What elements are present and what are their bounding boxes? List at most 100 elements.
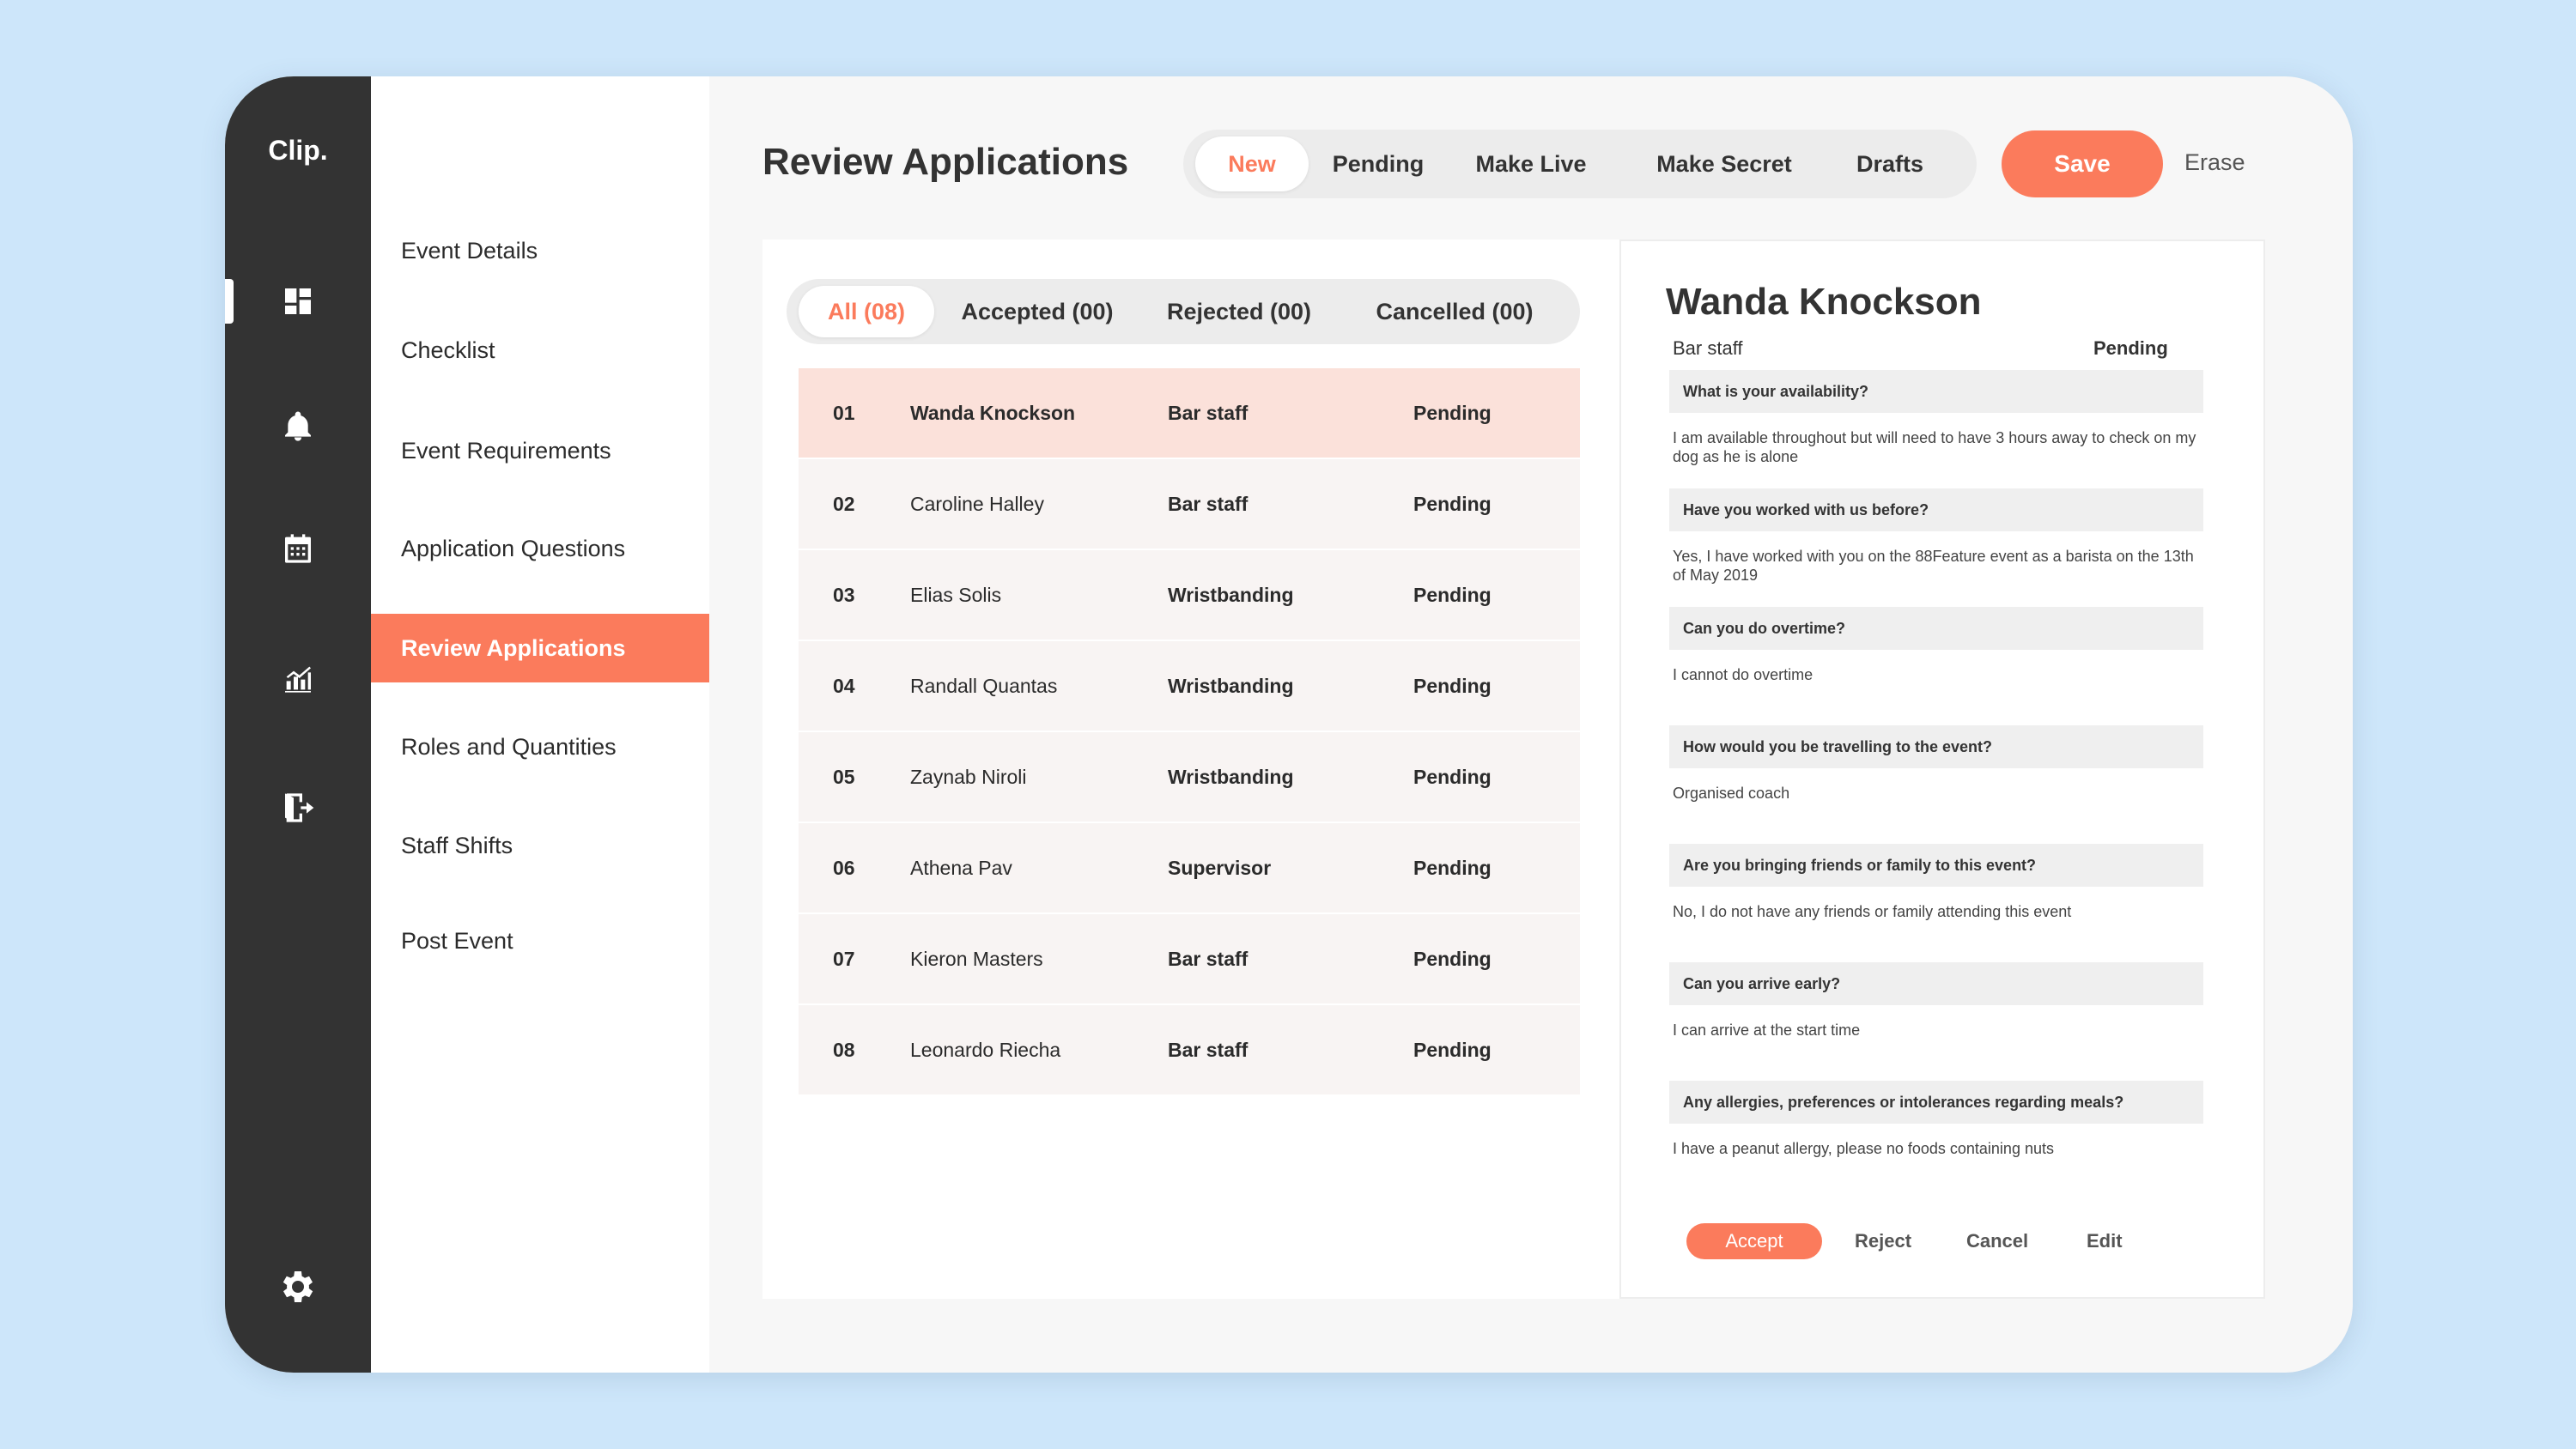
table-row[interactable]: 05 Zaynab Niroli Wristbanding Pending bbox=[799, 732, 1580, 823]
subnav-post-event[interactable]: Post Event bbox=[371, 906, 709, 975]
subnav-event-requirements[interactable]: Event Requirements bbox=[371, 416, 709, 485]
answer-text: I cannot do overtime bbox=[1673, 666, 1814, 683]
applicant-role: Bar staff bbox=[1168, 947, 1249, 970]
applicant-status: Pending bbox=[1413, 765, 1492, 788]
filter-all[interactable]: All (08) bbox=[799, 286, 934, 337]
question-label: Are you bringing friends or family to th… bbox=[1669, 844, 2203, 887]
app-window: Clip. Event Details Checklist Event Requ… bbox=[225, 76, 2353, 1373]
reject-button[interactable]: Reject bbox=[1855, 1230, 1911, 1252]
answer-text: Organised coach bbox=[1673, 785, 1790, 802]
question-label: Can you arrive early? bbox=[1669, 962, 2203, 1005]
accept-button[interactable]: Accept bbox=[1686, 1223, 1822, 1259]
table-row[interactable]: 01 Wanda Knockson Bar staff Pending bbox=[799, 368, 1580, 459]
rail-dashboard[interactable] bbox=[225, 271, 371, 331]
qa-item: What is your availability? I am availabl… bbox=[1669, 370, 2203, 466]
subnav-review-applications[interactable]: Review Applications bbox=[371, 614, 709, 682]
answer-text: I have a peanut allergy, please no foods… bbox=[1673, 1140, 2054, 1157]
answer-text: Yes, I have worked with you on the 88Fea… bbox=[1673, 548, 2194, 584]
applicant-name: Randall Quantas bbox=[910, 674, 1058, 697]
row-number: 02 bbox=[833, 492, 855, 515]
table-row[interactable]: 08 Leonardo Riecha Bar staff Pending bbox=[799, 1005, 1580, 1096]
save-button[interactable]: Save bbox=[2002, 130, 2163, 197]
subnav-checklist[interactable]: Checklist bbox=[371, 316, 709, 385]
detail-applicant-status: Pending bbox=[2093, 337, 2168, 359]
applicant-role: Wristbanding bbox=[1168, 583, 1294, 606]
row-number: 07 bbox=[833, 947, 855, 970]
applicant-status: Pending bbox=[1413, 856, 1492, 879]
table-row[interactable]: 06 Athena Pav Supervisor Pending bbox=[799, 823, 1580, 914]
tab-make-secret[interactable]: Make Secret bbox=[1621, 136, 1827, 191]
row-number: 05 bbox=[833, 765, 855, 788]
applicant-name: Leonardo Riecha bbox=[910, 1038, 1061, 1061]
qa-item: Are you bringing friends or family to th… bbox=[1669, 844, 2203, 921]
answer-text: I am available throughout but will need … bbox=[1673, 429, 2196, 465]
subnav-staff-shifts[interactable]: Staff Shifts bbox=[371, 811, 709, 880]
table-row[interactable]: 03 Elias Solis Wristbanding Pending bbox=[799, 550, 1580, 641]
applicant-role: Bar staff bbox=[1168, 1038, 1249, 1061]
applicant-role: Bar staff bbox=[1168, 492, 1249, 515]
applicant-detail-panel: Wanda Knockson Bar staff Pending What is… bbox=[1619, 239, 2265, 1299]
applicant-status: Pending bbox=[1413, 401, 1492, 424]
tab-pending[interactable]: Pending bbox=[1314, 136, 1443, 191]
applicant-name: Caroline Halley bbox=[910, 492, 1044, 515]
row-number: 03 bbox=[833, 583, 855, 606]
row-number: 08 bbox=[833, 1038, 855, 1061]
bell-icon bbox=[285, 411, 311, 441]
cancel-button[interactable]: Cancel bbox=[1966, 1230, 2028, 1252]
rail-calendar[interactable] bbox=[225, 518, 371, 579]
row-number: 01 bbox=[833, 401, 855, 424]
row-number: 04 bbox=[833, 674, 855, 697]
chart-icon bbox=[285, 666, 311, 693]
filter-accepted[interactable]: Accepted (00) bbox=[941, 286, 1133, 337]
row-number: 06 bbox=[833, 856, 855, 879]
applicant-status: Pending bbox=[1413, 947, 1492, 970]
erase-button[interactable]: Erase bbox=[2184, 149, 2245, 176]
applications-list-panel: All (08) Accepted (00) Rejected (00) Can… bbox=[762, 239, 1625, 1299]
calendar-icon bbox=[285, 534, 311, 563]
subnav-roles-and-quantities[interactable]: Roles and Quantities bbox=[371, 712, 709, 781]
applicant-status: Pending bbox=[1413, 583, 1492, 606]
table-row[interactable]: 02 Caroline Halley Bar staff Pending bbox=[799, 459, 1580, 550]
page-title: Review Applications bbox=[762, 141, 1129, 183]
applicant-status: Pending bbox=[1413, 1038, 1492, 1061]
icon-rail: Clip. bbox=[225, 76, 371, 1373]
table-row[interactable]: 07 Kieron Masters Bar staff Pending bbox=[799, 914, 1580, 1005]
filter-cancelled[interactable]: Cancelled (00) bbox=[1345, 286, 1564, 337]
applicant-status: Pending bbox=[1413, 492, 1492, 515]
gear-icon bbox=[283, 1271, 313, 1302]
qa-item: Can you arrive early? I can arrive at th… bbox=[1669, 962, 2203, 1040]
rail-settings[interactable] bbox=[225, 1257, 371, 1317]
answer-text: No, I do not have any friends or family … bbox=[1673, 903, 2072, 920]
rail-analytics[interactable] bbox=[225, 648, 371, 708]
applicant-role: Bar staff bbox=[1168, 401, 1249, 424]
table-row[interactable]: 04 Randall Quantas Wristbanding Pending bbox=[799, 641, 1580, 732]
detail-actions: Accept Reject Cancel Edit bbox=[1686, 1223, 2202, 1259]
filter-rejected[interactable]: Rejected (00) bbox=[1142, 286, 1336, 337]
tab-make-live[interactable]: Make Live bbox=[1449, 136, 1613, 191]
tab-drafts[interactable]: Drafts bbox=[1834, 136, 1946, 191]
question-label: Any allergies, preferences or intoleranc… bbox=[1669, 1081, 2203, 1124]
applicant-role: Wristbanding bbox=[1168, 674, 1294, 697]
applicant-role: Supervisor bbox=[1168, 856, 1272, 879]
qa-item: How would you be travelling to the event… bbox=[1669, 725, 2203, 803]
answer-text: I can arrive at the start time bbox=[1673, 1022, 1861, 1039]
subnav-event-details[interactable]: Event Details bbox=[371, 216, 709, 285]
applicant-role: Wristbanding bbox=[1168, 765, 1294, 788]
rail-notifications[interactable] bbox=[225, 397, 371, 457]
tab-new[interactable]: New bbox=[1195, 136, 1309, 191]
applicant-name: Athena Pav bbox=[910, 856, 1012, 879]
subnav-application-questions[interactable]: Application Questions bbox=[371, 514, 709, 583]
detail-applicant-role: Bar staff bbox=[1673, 337, 1743, 359]
question-label: What is your availability? bbox=[1669, 370, 2203, 413]
question-label: How would you be travelling to the event… bbox=[1669, 725, 2203, 768]
event-subnav: Event Details Checklist Event Requiremen… bbox=[371, 76, 709, 1373]
rail-export[interactable] bbox=[225, 778, 371, 838]
qa-item: Can you do overtime? I cannot do overtim… bbox=[1669, 607, 2203, 684]
edit-button[interactable]: Edit bbox=[2087, 1230, 2123, 1252]
applicant-name: Kieron Masters bbox=[910, 947, 1043, 970]
applicants-table: 01 Wanda Knockson Bar staff Pending 02 C… bbox=[799, 368, 1580, 1096]
applicant-name: Wanda Knockson bbox=[910, 401, 1076, 424]
qa-item: Any allergies, preferences or intoleranc… bbox=[1669, 1081, 2203, 1158]
dashboard-icon bbox=[285, 288, 311, 314]
applicant-name: Zaynab Niroli bbox=[910, 765, 1027, 788]
